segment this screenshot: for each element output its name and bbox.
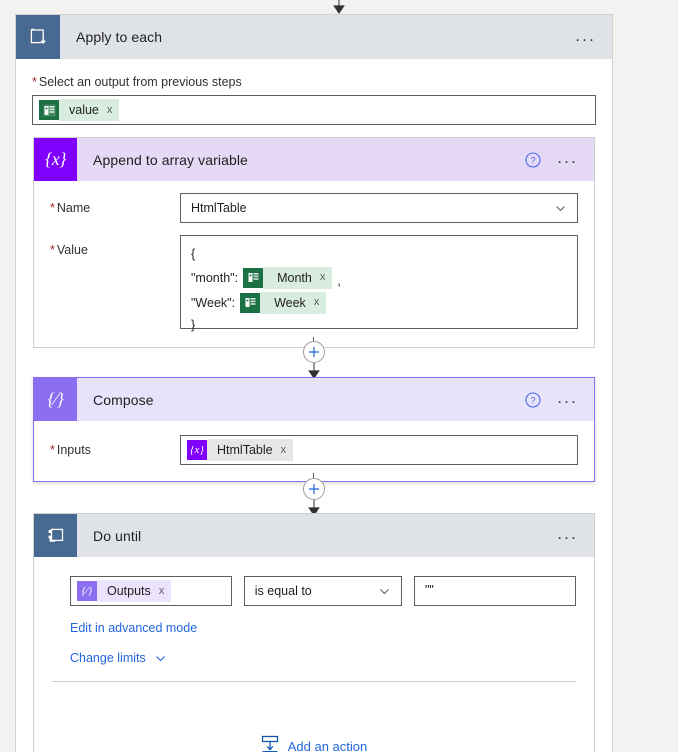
- value-field-input[interactable]: { "month": Month x , "Week": Week x}: [180, 235, 578, 332]
- select-output-input[interactable]: value x: [32, 95, 596, 125]
- token-month[interactable]: Month x: [243, 266, 333, 289]
- value-line-0: {: [191, 247, 196, 261]
- insert-action-button-2[interactable]: [303, 478, 325, 500]
- apply-to-each-body: * Select an output from previous steps v…: [16, 59, 612, 125]
- chevron-down-icon[interactable]: [378, 585, 391, 598]
- name-field-row: * Name HtmlTable: [34, 181, 594, 223]
- name-field-label: * Name: [50, 201, 91, 215]
- svg-text:?: ?: [531, 155, 536, 166]
- token-week-label: Week: [274, 295, 306, 310]
- value-line-3: }: [191, 318, 196, 332]
- name-field-value: HtmlTable: [191, 201, 247, 215]
- value-line-1-trailing: ,: [337, 274, 341, 288]
- compose-braces-icon: {∕}: [77, 581, 97, 601]
- svg-text:?: ?: [531, 395, 536, 406]
- token-week[interactable]: Week x: [240, 291, 327, 314]
- compose-title: Compose: [93, 391, 154, 408]
- condition-right-input[interactable]: "": [413, 576, 576, 606]
- edit-in-advanced-mode-link[interactable]: Edit in advanced mode: [70, 621, 197, 635]
- add-action-icon: [261, 735, 279, 752]
- inputs-field-row: * Inputs {x} HtmlTable x: [34, 421, 594, 481]
- do-until-card[interactable]: Do until ... {∕} Outputs x is equal to "…: [33, 513, 595, 752]
- add-action-wrap: Add an action: [34, 682, 594, 752]
- chevron-down-icon[interactable]: [554, 202, 567, 215]
- inputs-field-input[interactable]: {x} HtmlTable x: [180, 435, 578, 465]
- plus-icon[interactable]: [303, 341, 325, 363]
- add-an-action-button[interactable]: Add an action: [261, 735, 368, 752]
- value-field-label: * Value: [50, 243, 88, 257]
- token-value[interactable]: value x: [39, 99, 120, 121]
- select-output-label: * Select an output from previous steps: [32, 75, 242, 89]
- condition-operator-value: is equal to: [254, 584, 312, 598]
- token-month-label: Month: [277, 270, 312, 285]
- apply-to-each-menu-button[interactable]: ...: [575, 27, 596, 48]
- token-value-label: value: [69, 103, 99, 117]
- do-until-icon: [34, 514, 77, 557]
- condition-right-value: "": [424, 583, 434, 597]
- compose-card[interactable]: {∕} Compose ? ... * Inputs {x} HtmlTable…: [33, 377, 595, 482]
- help-icon[interactable]: ?: [525, 391, 541, 408]
- compose-braces-icon: {∕}: [34, 378, 77, 421]
- value-line-2: "Week": Week x: [191, 290, 567, 315]
- variable-braces-icon: {x}: [34, 138, 77, 181]
- do-until-header[interactable]: Do until ...: [34, 514, 594, 557]
- flow-designer-canvas: Apply to each ... * Select an output from…: [0, 0, 678, 752]
- append-to-array-header[interactable]: {x} Append to array variable ? ...: [34, 138, 594, 181]
- add-an-action-label: Add an action: [287, 739, 368, 752]
- apply-to-each-header[interactable]: Apply to each ...: [16, 15, 612, 59]
- name-field-input[interactable]: HtmlTable: [180, 193, 578, 223]
- compose-menu-button[interactable]: ...: [557, 389, 578, 410]
- value-field-row: * Value { "month": Month x , "Week": Wee…: [34, 223, 594, 347]
- change-limits-wrap: Change limits: [34, 635, 594, 665]
- token-remove-icon[interactable]: x: [281, 444, 287, 456]
- value-line-1: "month": Month x ,: [191, 265, 567, 290]
- do-until-condition-row: {∕} Outputs x is equal to "": [34, 557, 594, 606]
- excel-icon: [39, 100, 59, 120]
- token-remove-icon[interactable]: x: [107, 104, 113, 116]
- advanced-mode-link-wrap: Edit in advanced mode: [34, 606, 594, 635]
- token-htmltable-label: HtmlTable: [217, 443, 273, 457]
- excel-icon: [240, 292, 261, 313]
- change-limits-link[interactable]: Change limits: [70, 651, 146, 665]
- token-remove-icon[interactable]: x: [320, 272, 326, 283]
- plus-icon[interactable]: [303, 478, 325, 500]
- excel-icon: [243, 267, 264, 288]
- help-icon[interactable]: ?: [525, 151, 541, 168]
- insert-action-button-1[interactable]: [303, 341, 325, 363]
- inputs-field-label: * Inputs: [50, 443, 91, 457]
- token-outputs-label: Outputs: [107, 584, 151, 598]
- variable-braces-icon: {x}: [187, 440, 207, 460]
- loop-icon: [16, 15, 60, 59]
- token-htmltable[interactable]: {x} HtmlTable x: [187, 439, 294, 461]
- token-remove-icon[interactable]: x: [314, 297, 320, 308]
- append-to-array-title: Append to array variable: [93, 151, 248, 168]
- append-to-array-menu-button[interactable]: ...: [557, 149, 578, 170]
- chevron-down-icon[interactable]: [154, 652, 167, 665]
- condition-left-input[interactable]: {∕} Outputs x: [70, 576, 232, 606]
- required-asterisk: *: [32, 75, 37, 89]
- token-remove-icon[interactable]: x: [159, 585, 165, 597]
- apply-to-each-card[interactable]: Apply to each ... * Select an output from…: [15, 14, 613, 752]
- compose-header[interactable]: {∕} Compose ? ...: [34, 378, 594, 421]
- apply-to-each-title: Apply to each: [76, 29, 163, 45]
- token-outputs[interactable]: {∕} Outputs x: [77, 580, 172, 602]
- do-until-menu-button[interactable]: ...: [557, 525, 578, 546]
- condition-operator-select[interactable]: is equal to: [243, 576, 402, 606]
- append-to-array-variable-card[interactable]: {x} Append to array variable ? ... * Nam…: [33, 137, 595, 348]
- do-until-title: Do until: [93, 527, 142, 544]
